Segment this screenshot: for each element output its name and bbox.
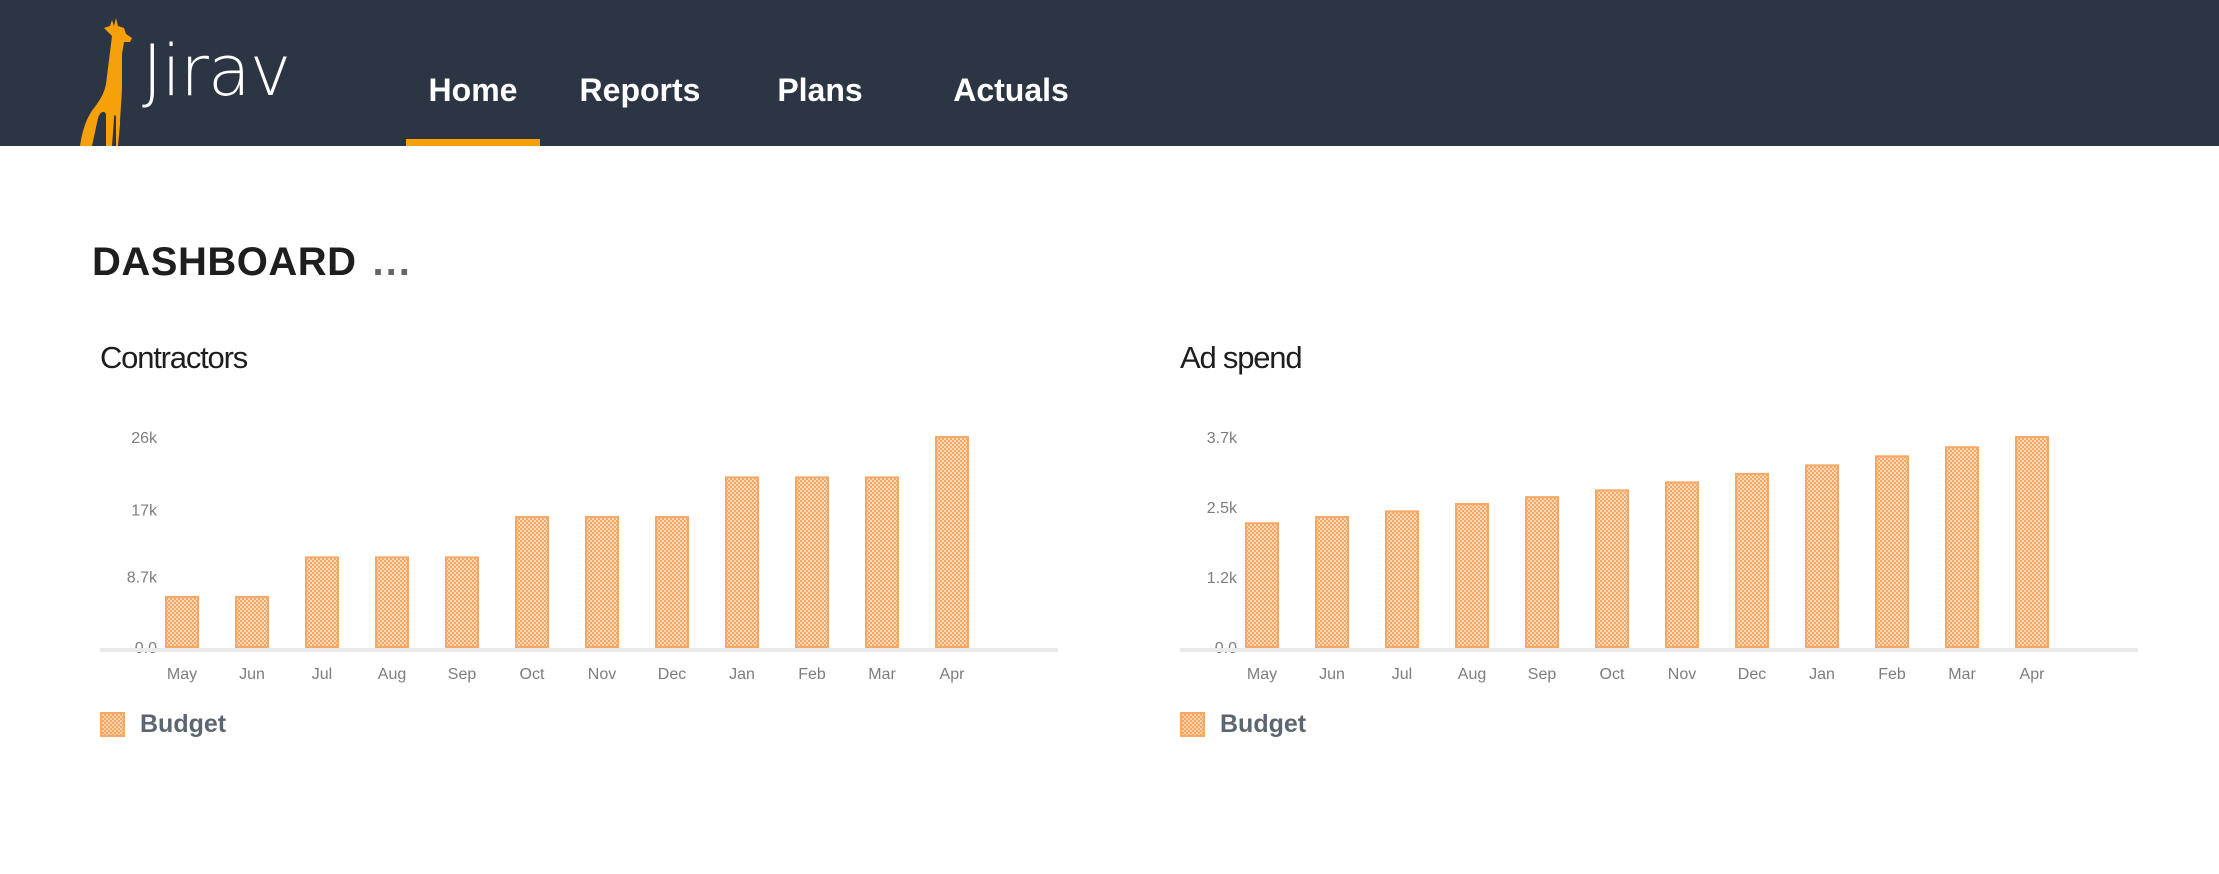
bar-sep[interactable] xyxy=(1525,496,1559,648)
chart-ad-spend-plot: 0.01.2k2.5k3.7kMayJunJulAugSepOctNovDecJ… xyxy=(1180,430,2138,683)
bar-apr[interactable] xyxy=(935,436,969,648)
page-title-text: DASHBOARD xyxy=(92,240,357,284)
bar-aug[interactable] xyxy=(1455,502,1489,648)
nav-home[interactable]: Home xyxy=(406,0,540,146)
x-tick-label: Oct xyxy=(1600,666,1625,683)
x-tick-label: Aug xyxy=(378,666,406,683)
bar-jul[interactable] xyxy=(305,556,339,649)
jirav-logo[interactable]: Jirav xyxy=(76,14,306,146)
legend-swatch xyxy=(100,712,125,737)
x-tick-label: Jan xyxy=(1809,666,1835,683)
page-title: DASHBOARD ... xyxy=(92,240,412,285)
nav-reports-label: Reports xyxy=(579,71,701,108)
nav-reports[interactable]: Reports xyxy=(540,0,740,146)
bar-jan[interactable] xyxy=(1805,464,1839,648)
bar-may[interactable] xyxy=(165,595,199,648)
bar-jun[interactable] xyxy=(1315,516,1349,648)
x-tick-label: Sep xyxy=(448,666,477,683)
x-tick-label: Apr xyxy=(2020,666,2046,683)
legend-label: Budget xyxy=(140,710,227,738)
x-tick-label: Aug xyxy=(1458,666,1486,683)
bar-jun[interactable] xyxy=(235,595,269,648)
y-tick-label: 1.2k xyxy=(1207,570,1238,587)
x-tick-label: Dec xyxy=(658,666,686,683)
bar-nov[interactable] xyxy=(1665,481,1699,648)
bar-dec[interactable] xyxy=(1735,472,1769,648)
bar-apr[interactable] xyxy=(2015,436,2049,648)
x-tick-label: Sep xyxy=(1528,666,1557,683)
x-axis-line xyxy=(100,648,1058,652)
legend-label: Budget xyxy=(1220,710,1307,738)
y-tick-label: 3.7k xyxy=(1207,430,1238,447)
bar-jul[interactable] xyxy=(1385,510,1419,648)
x-tick-label: Apr xyxy=(940,666,966,683)
top-navigation-bar: Jirav Home Reports Plans Actuals xyxy=(0,0,2219,146)
bar-jan[interactable] xyxy=(725,476,759,648)
bar-oct[interactable] xyxy=(1595,489,1629,648)
x-tick-label: Jun xyxy=(239,666,265,683)
x-tick-label: Nov xyxy=(588,666,616,683)
y-tick-label: 17k xyxy=(131,503,158,520)
bar-nov[interactable] xyxy=(585,515,619,648)
x-tick-label: May xyxy=(1247,666,1277,683)
x-tick-label: Mar xyxy=(1948,666,1976,683)
y-tick-label: 26k xyxy=(131,430,158,447)
x-tick-label: Jul xyxy=(312,666,332,683)
chart-ad-spend: Ad spend 0.01.2k2.5k3.7kMayJunJulAugSepO… xyxy=(1180,336,2160,756)
x-tick-label: Jun xyxy=(1319,666,1345,683)
nav-home-label: Home xyxy=(428,71,518,108)
giraffe-icon xyxy=(80,18,132,146)
bar-mar[interactable] xyxy=(865,476,899,648)
bar-sep[interactable] xyxy=(445,556,479,649)
x-tick-label: May xyxy=(167,666,197,683)
nav-actuals[interactable]: Actuals xyxy=(900,0,1122,146)
bar-may[interactable] xyxy=(1245,522,1279,648)
nav-plans-label: Plans xyxy=(777,71,863,108)
more-options-icon[interactable]: ... xyxy=(373,240,412,285)
nav-actuals-label: Actuals xyxy=(953,71,1069,108)
chart-contractors-plot: 0.08.7k17k26kMayJunJulAugSepOctNovDecJan… xyxy=(100,430,1058,683)
x-tick-label: Jul xyxy=(1392,666,1412,683)
bar-dec[interactable] xyxy=(655,515,689,648)
bar-oct[interactable] xyxy=(515,515,549,648)
chart-contractors: Contractors 0.08.7k17k26kMayJunJulAugSep… xyxy=(100,336,1080,756)
main-nav: Home Reports Plans Actuals xyxy=(406,0,1122,146)
x-tick-label: Feb xyxy=(798,666,826,683)
logo-text: Jirav xyxy=(142,30,291,112)
y-tick-label: 8.7k xyxy=(127,570,158,587)
x-tick-label: Jan xyxy=(729,666,755,683)
nav-plans[interactable]: Plans xyxy=(740,0,900,146)
bar-mar[interactable] xyxy=(1945,446,1979,648)
y-tick-label: 2.5k xyxy=(1207,500,1238,517)
bar-feb[interactable] xyxy=(1875,455,1909,648)
x-tick-label: Oct xyxy=(520,666,545,683)
legend-budget[interactable]: Budget xyxy=(1180,710,1306,739)
x-axis-line xyxy=(1180,648,2138,652)
x-tick-label: Mar xyxy=(868,666,896,683)
bar-aug[interactable] xyxy=(375,556,409,649)
x-tick-label: Nov xyxy=(1668,666,1696,683)
legend-budget[interactable]: Budget xyxy=(100,710,226,739)
legend-swatch xyxy=(1180,712,1205,737)
x-tick-label: Feb xyxy=(1878,666,1906,683)
bar-feb[interactable] xyxy=(795,476,829,648)
x-tick-label: Dec xyxy=(1738,666,1766,683)
